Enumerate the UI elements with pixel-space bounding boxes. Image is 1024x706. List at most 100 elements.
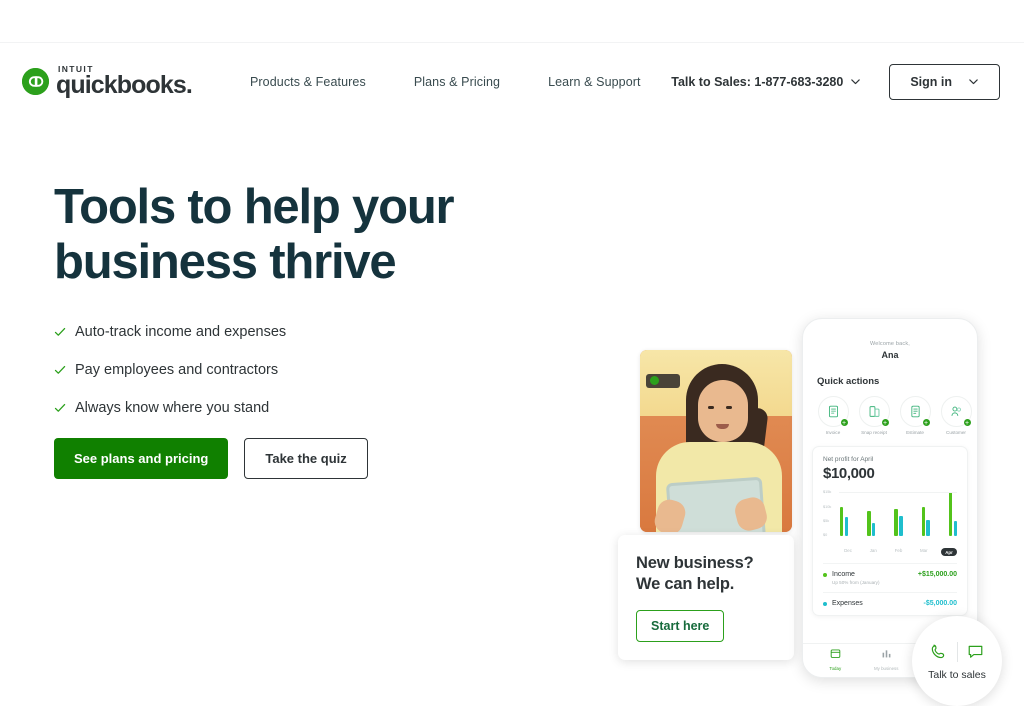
expenses-row: Expenses -$5,000.00 [823, 592, 957, 607]
headline-line-1: Tools to help your [54, 180, 455, 234]
chart-x-labels: Dec Jan Feb Mar Apr [823, 548, 957, 556]
logo-quickbooks-text: quickbooks. [56, 71, 193, 100]
see-plans-and-pricing-button[interactable]: See plans and pricing [54, 437, 229, 479]
bar-income [894, 509, 898, 536]
bars-icon [874, 646, 898, 658]
quick-action-label: Estimate [906, 430, 924, 435]
net-profit-bar-chart: $15k $10k $5k $0 [823, 490, 957, 545]
income-legend-dot [823, 572, 827, 577]
bar-group-feb [894, 509, 903, 536]
headline-line-2: business thrive [54, 234, 397, 289]
bar-expenses [844, 517, 849, 536]
chevron-down-icon [968, 76, 979, 87]
talk-to-sales-dropdown[interactable]: Talk to Sales: 1-877-683-3280 [671, 75, 861, 89]
net-profit-label: Net profit for April [823, 456, 874, 463]
bullet-label: Always know where you stand [75, 399, 270, 416]
bar-group-dec [840, 507, 849, 536]
phone-nav-today[interactable]: Today [829, 646, 841, 675]
phone-nav-my-business[interactable]: My business [874, 646, 898, 675]
chart-bars [840, 490, 957, 536]
talk-to-sales-widget-label: Talk to sales [928, 668, 986, 681]
bar-group-mar [921, 507, 930, 536]
y-tick-label: $0 [823, 533, 828, 537]
plus-badge-icon: + [880, 418, 890, 427]
quick-action-invoice[interactable]: + Invoice [817, 396, 849, 435]
photo-mouth [716, 424, 729, 429]
nav-item-products-features[interactable]: Products & Features [250, 75, 366, 89]
income-label: Income [832, 571, 855, 578]
quick-action-customer[interactable]: + Customer [940, 396, 972, 435]
x-tick-jan: Jan [869, 548, 877, 553]
expenses-legend-dot [823, 601, 827, 606]
hero-artwork: New business? We can help. Start here We… [612, 310, 1024, 706]
bullet-label: Auto-track income and expenses [75, 323, 287, 340]
chevron-down-icon [850, 76, 861, 87]
bullet-label: Pay employees and contractors [75, 361, 279, 378]
bar-income [948, 492, 953, 536]
logo-wordmark: INTUIT quickbooks. [56, 65, 193, 100]
receipt-icon: + [858, 396, 890, 427]
estimate-icon: + [899, 396, 931, 427]
quick-action-label: Snap receipt [861, 430, 887, 435]
take-the-quiz-button[interactable]: Take the quiz [244, 437, 368, 479]
phone-nav-label: My business [874, 666, 899, 671]
bar-expenses [872, 523, 876, 536]
bar-income [921, 507, 925, 536]
bar-income [840, 507, 844, 536]
talk-to-sales-label: Talk to Sales: 1-877-683-3280 [671, 74, 844, 89]
site-header: INTUIT quickbooks. Products & Features P… [0, 43, 1024, 120]
bar-group-apr [948, 492, 957, 536]
expenses-amount: -$5,000.00 [923, 600, 957, 607]
expenses-label: Expenses [832, 600, 863, 607]
today-icon [829, 646, 841, 658]
chart-gridline [839, 492, 957, 493]
income-row: Income +$15,000.00 [823, 563, 957, 578]
y-tick-label: $5k [823, 519, 830, 523]
top-strip [0, 0, 1024, 43]
plus-badge-icon: + [962, 418, 972, 427]
x-tick-dec: Dec [844, 548, 852, 553]
welcome-label: Welcome back, [869, 341, 911, 347]
quick-action-label: Invoice [825, 430, 841, 435]
promo-line-2: We can help. [636, 575, 735, 594]
hero-photo-woman-with-tablet [640, 350, 792, 532]
page-title: Tools to help your business thrive [54, 180, 524, 290]
talk-to-sales-widget[interactable]: Talk to sales [912, 616, 1002, 706]
header-actions: Talk to Sales: 1-877-683-3280 Sign in [671, 63, 1000, 100]
phone-icon[interactable] [926, 642, 952, 661]
quick-action-estimate[interactable]: + Estimate [899, 396, 931, 435]
phone-welcome-block: Welcome back, Ana [803, 319, 977, 360]
hero-section: Tools to help your business thrive Auto-… [0, 180, 1024, 706]
check-icon [54, 402, 66, 414]
quickbooks-logo[interactable]: INTUIT quickbooks. [22, 65, 193, 100]
bar-income [867, 511, 871, 536]
x-tick-feb: Feb [894, 548, 903, 553]
plus-badge-icon: + [921, 418, 931, 427]
bar-group-jan [867, 511, 876, 536]
net-profit-card: Net profit for April $10,000 $15k $10k $… [812, 446, 968, 616]
promo-line-1: New business? [636, 554, 754, 572]
sign-in-button[interactable]: Sign in [889, 63, 1000, 100]
bar-expenses [953, 521, 957, 536]
x-tick-apr-selected[interactable]: Apr [941, 548, 957, 556]
start-here-button[interactable]: Start here [636, 610, 725, 643]
new-business-promo-card: New business? We can help. Start here [618, 535, 794, 660]
quick-action-label: Customer [946, 430, 966, 435]
talk-widget-icons [926, 641, 989, 662]
user-name: Ana [881, 350, 899, 360]
chat-bubble-icon[interactable] [963, 642, 989, 661]
check-icon [54, 326, 66, 338]
photo-eye-left [708, 406, 714, 409]
photo-eye-right [726, 406, 732, 409]
plus-badge-icon: + [839, 418, 849, 427]
primary-navigation: Products & Features Plans & Pricing Lear… [250, 75, 641, 89]
nav-item-learn-support[interactable]: Learn & Support [548, 75, 641, 89]
quick-actions-title: Quick actions [817, 376, 880, 387]
photo-face [698, 380, 748, 442]
net-profit-value: $10,000 [823, 465, 875, 482]
quick-action-snap-receipt[interactable]: + Snap receipt [858, 396, 890, 435]
income-amount: +$15,000.00 [917, 571, 957, 578]
income-subtext: Up 50% from (January) [832, 580, 880, 585]
nav-item-plans-pricing[interactable]: Plans & Pricing [414, 75, 500, 89]
bar-expenses [926, 520, 930, 536]
